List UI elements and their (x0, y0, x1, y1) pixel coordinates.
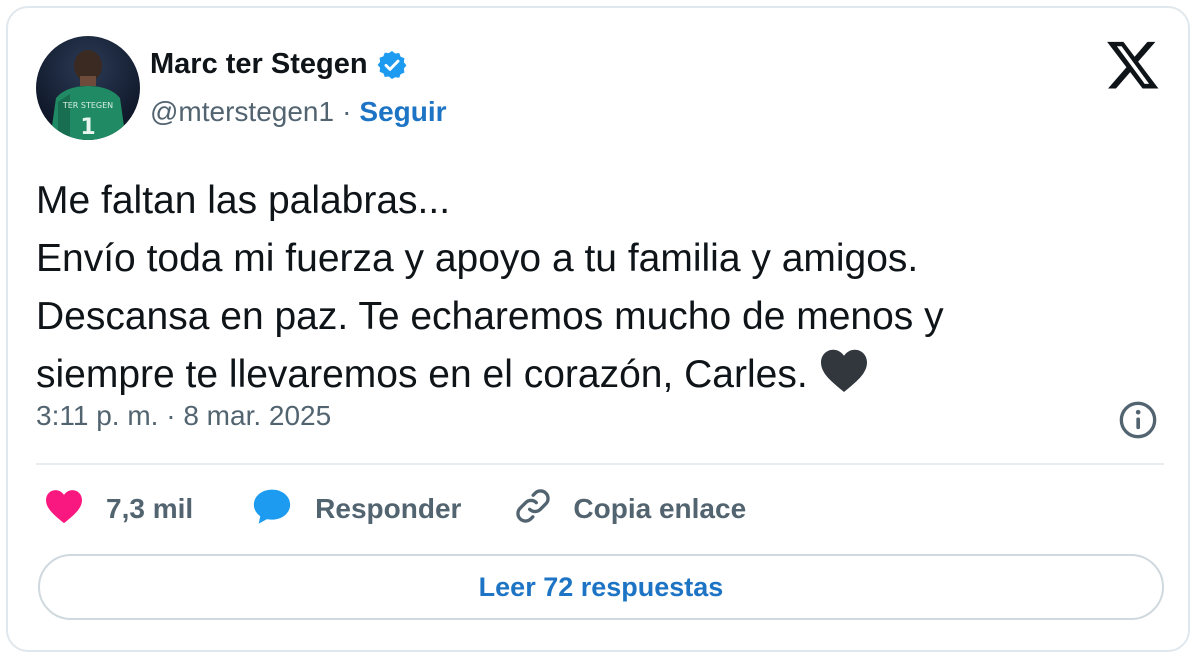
author-handle-row: @mterstegen1 · Seguir (150, 96, 447, 128)
x-logo-icon[interactable] (1105, 36, 1161, 92)
copy-link-label: Copia enlace (573, 493, 747, 524)
svg-text:TER STEGEN: TER STEGEN (62, 101, 113, 110)
read-replies-button[interactable]: Leer 72 respuestas (38, 554, 1164, 620)
tweet-line: Descansa en paz. Te echaremos mucho de m… (36, 295, 944, 338)
action-bar: 7,3 mil Responder Copia enlace (44, 484, 746, 534)
heart-icon (44, 488, 84, 531)
divider (36, 463, 1164, 465)
reply-label: Responder (315, 493, 462, 524)
tweet-line: siempre te llevaremos en el corazón, Car… (36, 353, 808, 396)
svg-text:1: 1 (80, 115, 95, 140)
tweet-line: Me faltan las palabras... (36, 179, 451, 222)
tweet-card: TER STEGEN 1 Marc ter Stegen @mterstegen… (6, 6, 1190, 652)
tweet-text: Me faltan las palabras... Envío toda mi … (36, 172, 1156, 410)
link-icon (513, 486, 553, 533)
tweet-line: Envío toda mi fuerza y apoyo a tu famili… (36, 237, 919, 280)
verified-badge-icon (376, 49, 408, 81)
info-icon[interactable] (1118, 400, 1158, 440)
copy-link-button[interactable]: Copia enlace (513, 486, 746, 533)
separator-dot: · (342, 96, 352, 127)
tweet-timestamp[interactable]: 3:11 p. m. · 8 mar. 2025 (36, 400, 331, 432)
reply-bubble-icon (251, 487, 293, 532)
like-button[interactable]: 7,3 mil (44, 488, 193, 531)
author-handle[interactable]: @mterstegen1 (150, 96, 334, 128)
author-name[interactable]: Marc ter Stegen (150, 48, 368, 81)
follow-button[interactable]: Seguir (359, 96, 446, 128)
black-heart-icon (818, 347, 870, 410)
author-name-row: Marc ter Stegen (150, 48, 408, 81)
avatar[interactable]: TER STEGEN 1 (36, 36, 140, 140)
reply-button[interactable]: Responder (251, 487, 461, 532)
like-count: 7,3 mil (106, 493, 194, 524)
